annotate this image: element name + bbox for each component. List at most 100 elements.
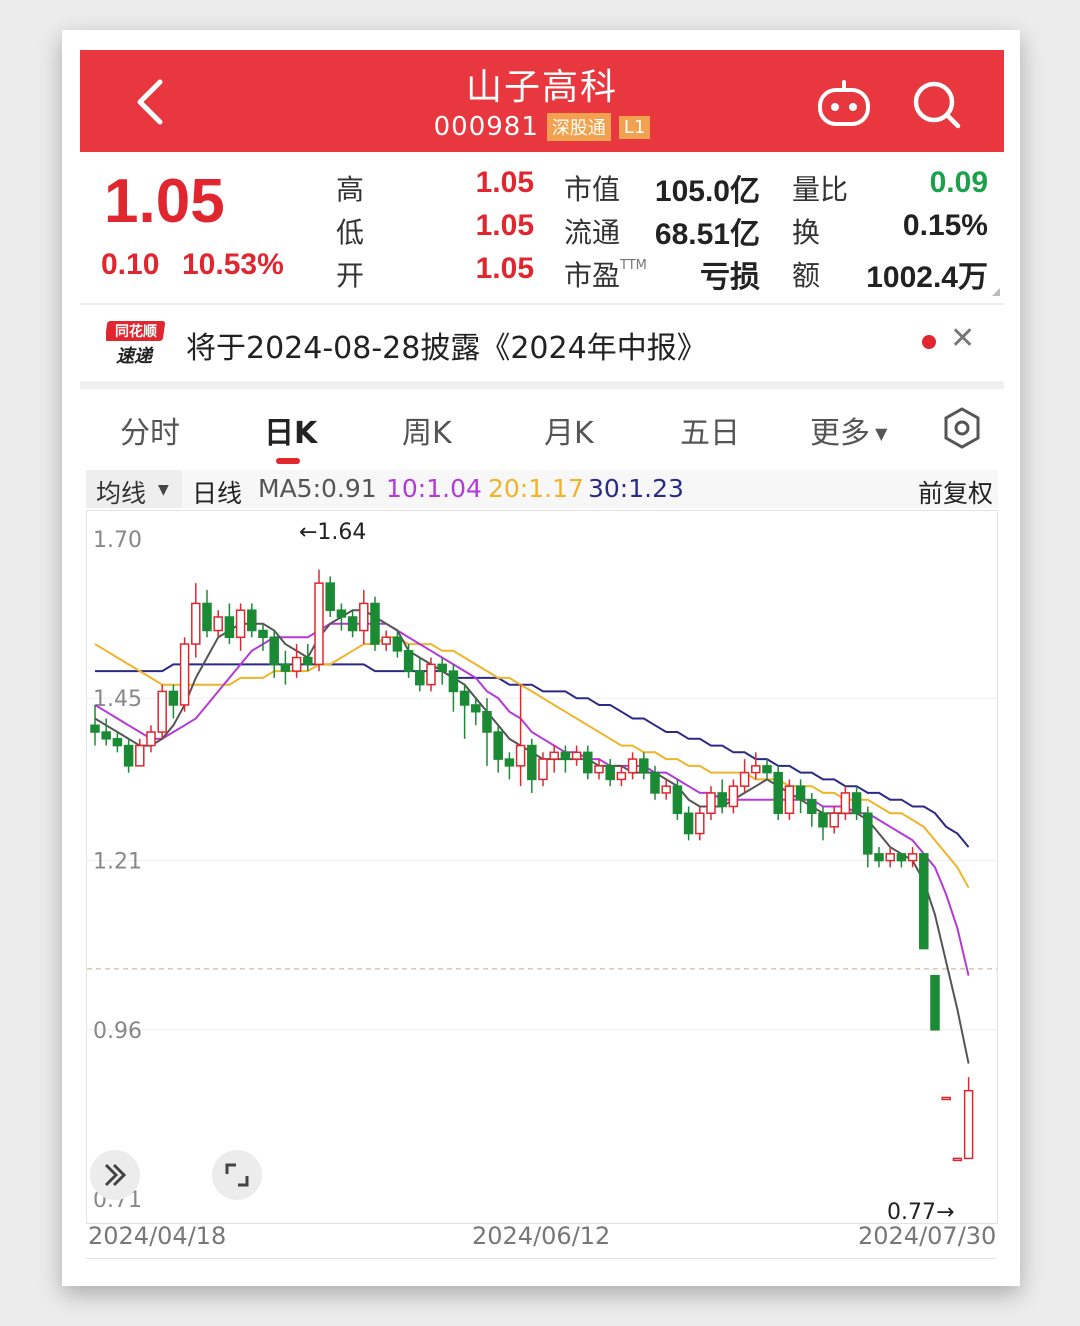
candle-body — [224, 616, 235, 639]
fullscreen-icon — [225, 1163, 249, 1187]
candle-body — [840, 792, 851, 814]
candle-body — [403, 650, 414, 672]
candle-body — [896, 853, 907, 862]
chart-period-tabs: 分时 日K 周K 月K 五日 更多 ▼ — [80, 400, 1004, 464]
candle-body — [919, 853, 929, 950]
ma5-line — [94, 609, 970, 1064]
tab-weekly-k[interactable]: 周K — [402, 408, 452, 452]
stat-value-pe: 亏损 — [700, 261, 760, 294]
divider — [86, 1258, 996, 1259]
candle-body — [168, 690, 179, 706]
candle-body — [381, 636, 391, 645]
double-chevron-right-icon — [104, 1163, 127, 1187]
candle-body — [482, 710, 492, 733]
robot-assistant-icon[interactable] — [816, 80, 872, 128]
candle-body — [90, 724, 100, 733]
candle-body — [459, 690, 470, 706]
candle-body — [807, 798, 817, 814]
tab-more-label: 更多 — [810, 416, 870, 451]
notice-text: 将于2024-08-28披露《2024年中报》 — [186, 331, 707, 366]
kline-chart-canvas: 1.701.451.210.960.71←1.640.77→ — [87, 520, 997, 1225]
candle-body — [952, 1157, 963, 1162]
app-header: 山子高科 000981 深股通 L1 — [80, 50, 1004, 152]
candle-body — [661, 785, 671, 794]
candle-body — [101, 731, 111, 740]
candle-body — [291, 656, 302, 672]
stat-value-volume-ratio: 0.09 — [929, 166, 988, 199]
ma30-value: 30:1.23 — [588, 474, 684, 503]
stat-label-turnover: 换 — [792, 216, 821, 249]
candle-body — [583, 751, 593, 774]
candle-body — [258, 629, 268, 639]
candle-body — [493, 731, 503, 760]
candle-body — [941, 1096, 951, 1101]
unread-dot — [922, 335, 936, 349]
candle-body — [392, 636, 403, 652]
tab-intraday[interactable]: 分时 — [120, 408, 180, 452]
stat-label-pe: 市盈TTM — [564, 254, 647, 294]
fullscreen-button[interactable] — [212, 1150, 262, 1200]
y-tick-label: 1.70 — [93, 528, 142, 553]
dropdown-arrow-icon: ▼ — [158, 482, 169, 498]
stat-value-open: 1.05 — [475, 252, 534, 285]
candle-body — [717, 792, 727, 808]
stat-label-high: 高 — [336, 173, 365, 206]
candle-body — [683, 812, 694, 835]
candle-body — [650, 771, 660, 794]
expand-corner-icon[interactable] — [992, 288, 1000, 296]
tab-five-day[interactable]: 五日 — [680, 408, 740, 452]
candle-body — [415, 670, 425, 686]
notice-banner[interactable]: 同花顺 速递 将于2024-08-28披露《2024年中报》 ✕ — [80, 305, 1004, 381]
candle-body — [213, 616, 223, 632]
divider — [80, 381, 1004, 389]
dropdown-arrow-icon: ▼ — [870, 424, 888, 443]
tab-more[interactable]: 更多 ▼ — [810, 408, 887, 452]
adjust-mode[interactable]: 前复权 — [918, 474, 993, 510]
price-change-percent: 10.53% — [182, 248, 284, 281]
candle-body — [616, 771, 627, 781]
stat-label-market-cap: 市值 — [564, 173, 621, 206]
ma20-value: 20:1.17 — [488, 474, 584, 503]
ma10-line — [94, 622, 970, 976]
ttm-superscript: TTM — [620, 257, 647, 273]
close-icon[interactable]: ✕ — [950, 321, 975, 356]
y-tick-label: 1.21 — [93, 850, 142, 875]
x-axis-label-end: 2024/07/30 — [858, 1222, 997, 1250]
candle-body — [280, 663, 291, 672]
logo-line1: 同花顺 — [115, 323, 157, 340]
settings-hexagon-icon[interactable] — [942, 406, 982, 450]
stat-value-amount: 1002.4万 — [866, 261, 988, 294]
connect-badge: 深股通 — [546, 113, 611, 141]
candle-body — [269, 636, 279, 666]
stat-label-float-cap: 流通 — [564, 216, 621, 249]
ma-selector[interactable]: 均线 ▼ — [86, 470, 182, 508]
search-icon[interactable] — [910, 78, 964, 132]
candle-body — [538, 758, 548, 781]
candle-body — [123, 744, 134, 767]
candle-body — [795, 785, 806, 801]
candle-body — [112, 738, 123, 747]
y-tick-label: 0.96 — [93, 1019, 142, 1044]
low-annotation: 0.77→ — [887, 1200, 954, 1223]
level-badge: L1 — [618, 115, 651, 139]
expand-left-button[interactable] — [90, 1150, 140, 1200]
candle-body — [303, 656, 313, 666]
candle-body — [594, 765, 604, 774]
candle-body — [179, 643, 190, 706]
ma5-value: MA5:0.91 — [258, 474, 377, 503]
candle-body — [627, 758, 638, 774]
logo-line2: 速递 — [116, 346, 154, 367]
stat-label-amount: 额 — [792, 259, 821, 292]
ma-selector-label: 均线 — [96, 479, 147, 508]
high-annotation: ←1.64 — [299, 520, 366, 545]
candle-body — [571, 751, 582, 760]
candle-body — [773, 771, 783, 814]
tab-monthly-k[interactable]: 月K — [544, 408, 594, 452]
stat-value-float-cap: 68.51亿 — [654, 218, 760, 251]
kline-chart[interactable]: 1.70 1.45 1.21 0.96 0.71 ←1.64 0.77→ — [86, 510, 998, 1225]
candle-body — [560, 751, 571, 760]
stat-value-turnover: 0.15% — [902, 209, 988, 242]
candle-body — [751, 765, 761, 774]
candle-body — [739, 771, 750, 787]
tab-daily-k[interactable]: 日K — [264, 408, 317, 452]
